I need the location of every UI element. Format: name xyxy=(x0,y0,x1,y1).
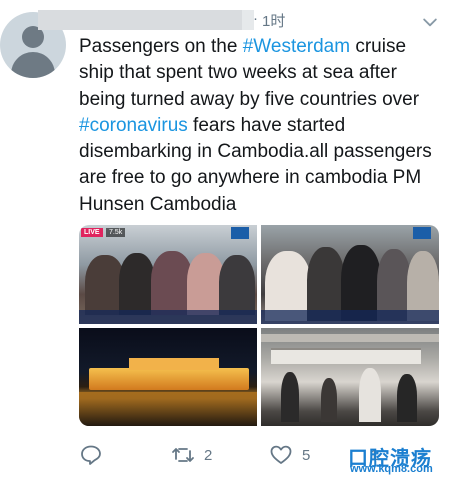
crowd-shape xyxy=(321,378,337,422)
crowd-shape xyxy=(119,253,155,315)
tweet-text: Passengers on the #Westerdam cruise ship… xyxy=(79,34,434,218)
media-grid: LIVE 7.5k xyxy=(79,225,439,426)
media-photo-ship-night[interactable] xyxy=(79,328,257,426)
retweet-count: 2 xyxy=(204,446,213,464)
view-count: 7.5k xyxy=(106,228,126,237)
like-count: 5 xyxy=(302,446,311,464)
live-badge: LIVE xyxy=(81,228,103,237)
crowd-shape xyxy=(219,255,255,315)
chevron-down-icon[interactable] xyxy=(420,12,440,32)
tweet-text-part: Passengers on the xyxy=(79,36,243,57)
reply-icon xyxy=(81,445,101,465)
photo-caption-bar xyxy=(79,310,257,324)
redacted-username[interactable] xyxy=(38,10,254,30)
tweet-header: · 1时 xyxy=(38,8,450,30)
like-button[interactable]: 5 xyxy=(269,441,310,469)
retweet-icon xyxy=(172,448,194,462)
retweet-button[interactable]: 2 xyxy=(171,441,212,469)
media-photo-crowd-live[interactable]: LIVE 7.5k xyxy=(79,225,257,324)
timestamp[interactable]: 1时 xyxy=(262,10,285,31)
channel-logo-icon xyxy=(231,227,249,239)
water-reflection xyxy=(79,392,257,426)
hashtag-westerdam[interactable]: #Westerdam xyxy=(243,36,350,57)
photo-caption-bar xyxy=(261,310,439,324)
watermark-url: www.kqm8.com xyxy=(350,463,433,475)
reply-button[interactable] xyxy=(79,441,112,469)
watermark: 口腔溃疡 www.kqm8.com xyxy=(348,440,450,478)
channel-logo-icon xyxy=(413,227,431,239)
time-separator: · xyxy=(253,10,258,27)
cruise-ship-shape xyxy=(89,358,249,390)
crowd-shape xyxy=(281,372,299,422)
avatar-body-shape xyxy=(11,52,55,78)
media-photo-passengers[interactable] xyxy=(261,225,439,324)
ship-deck-shape xyxy=(261,334,439,342)
crowd-shape xyxy=(397,374,417,422)
heart-icon xyxy=(270,445,292,464)
hashtag-coronavirus[interactable]: #coronavirus xyxy=(79,115,188,136)
media-photo-dock[interactable] xyxy=(261,328,439,426)
ship-deck-shape xyxy=(271,348,421,364)
crowd-shape xyxy=(359,368,381,422)
